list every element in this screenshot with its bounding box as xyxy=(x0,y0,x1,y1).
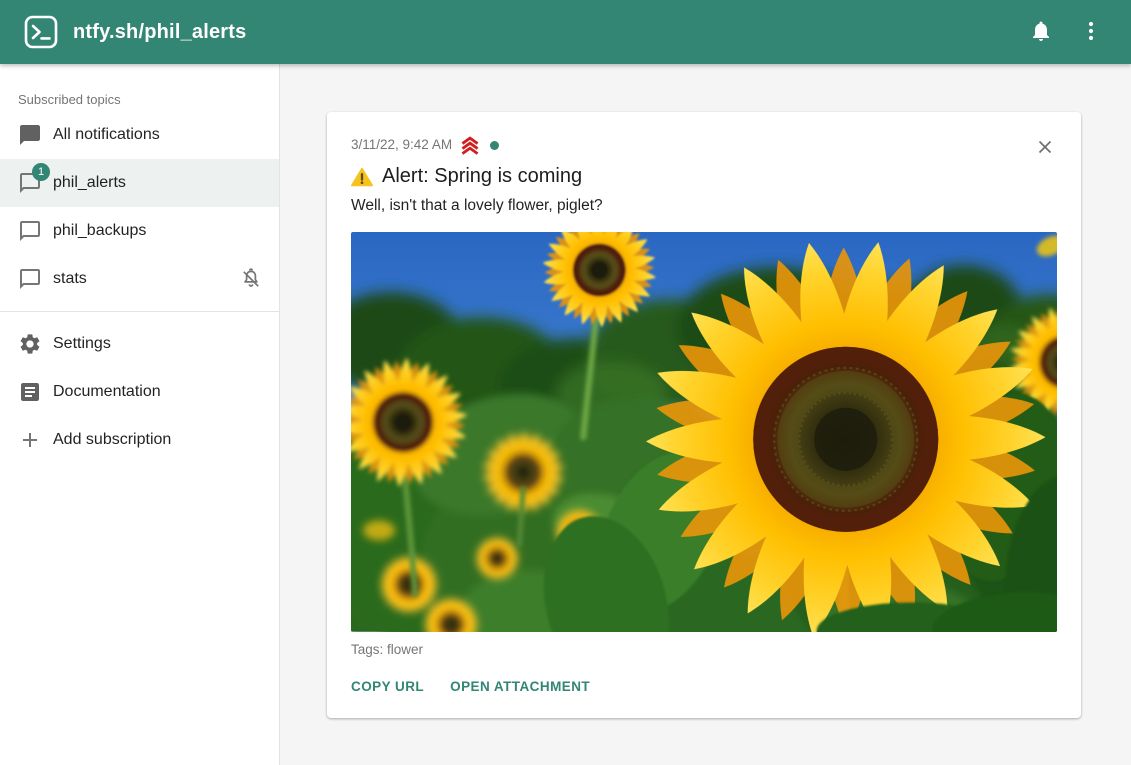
attachment-image-sunflower-field[interactable] xyxy=(351,232,1057,632)
ntfy-web-app: ntfy.sh/phil_alerts Subscribed topics xyxy=(0,0,1131,765)
more-vert-icon xyxy=(1079,19,1103,46)
subscribed-topics-label: Subscribed topics xyxy=(0,92,279,107)
notification-card: 3/11/22, 9:42 AM xyxy=(327,112,1081,718)
sidebar-divider xyxy=(0,311,279,312)
sidebar-item-label: All notifications xyxy=(53,126,263,144)
sidebar-item-phil-alerts[interactable]: 1 phil_alerts xyxy=(0,159,279,207)
sidebar-item-settings[interactable]: Settings xyxy=(0,320,279,368)
open-attachment-button[interactable]: OPEN ATTACHMENT xyxy=(442,671,598,702)
plus-icon xyxy=(18,428,42,452)
sidebar-item-label: stats xyxy=(53,270,239,288)
sidebar-item-label: Settings xyxy=(53,335,263,353)
sidebar-item-label: phil_backups xyxy=(53,222,263,240)
notification-meta: 3/11/22, 9:42 AM xyxy=(351,134,1057,156)
notifications-bell-button[interactable] xyxy=(1019,10,1063,54)
delete-notification-button[interactable] xyxy=(1025,128,1065,168)
notification-title-row: Alert: Spring is coming xyxy=(351,163,1057,190)
terminal-logo-icon[interactable] xyxy=(22,13,60,51)
notification-actions: COPY URL OPEN ATTACHMENT xyxy=(343,671,1057,702)
chat-filled-icon xyxy=(18,123,42,147)
copy-url-button[interactable]: COPY URL xyxy=(343,671,432,702)
sidebar-item-stats[interactable]: stats xyxy=(0,255,279,303)
notification-message: Well, isn't that a lovely flower, piglet… xyxy=(351,195,1057,216)
appbar-title: ntfy.sh/phil_alerts xyxy=(73,21,246,44)
overflow-menu-button[interactable] xyxy=(1069,10,1113,54)
chat-outline-icon: 1 xyxy=(18,171,42,195)
close-icon xyxy=(1034,136,1056,161)
sidebar-item-all-notifications[interactable]: All notifications xyxy=(0,111,279,159)
notification-tags: Tags: flower xyxy=(351,642,1057,657)
sidebar-item-add-subscription[interactable]: Add subscription xyxy=(0,416,279,464)
appbar: ntfy.sh/phil_alerts xyxy=(0,0,1131,64)
sidebar-item-label: phil_alerts xyxy=(53,174,263,192)
gear-icon xyxy=(18,332,42,356)
priority-max-icon xyxy=(459,134,481,156)
notification-title: Alert: Spring is coming xyxy=(382,163,582,190)
main-content: 3/11/22, 9:42 AM xyxy=(280,64,1131,765)
sidebar: Subscribed topics All notifications 1 ph… xyxy=(0,64,280,765)
warning-emoji-icon xyxy=(351,167,373,187)
notification-timestamp: 3/11/22, 9:42 AM xyxy=(351,135,452,155)
chat-outline-icon xyxy=(18,219,42,243)
notifications-off-icon xyxy=(239,267,263,291)
sidebar-item-phil-backups[interactable]: phil_backups xyxy=(0,207,279,255)
unread-dot xyxy=(490,141,499,150)
sidebar-item-documentation[interactable]: Documentation xyxy=(0,368,279,416)
sidebar-item-label: Documentation xyxy=(53,383,263,401)
unread-count-badge: 1 xyxy=(32,163,50,181)
chat-outline-icon xyxy=(18,267,42,291)
sidebar-item-label: Add subscription xyxy=(53,431,263,449)
article-icon xyxy=(18,380,42,404)
bell-icon xyxy=(1029,19,1053,46)
